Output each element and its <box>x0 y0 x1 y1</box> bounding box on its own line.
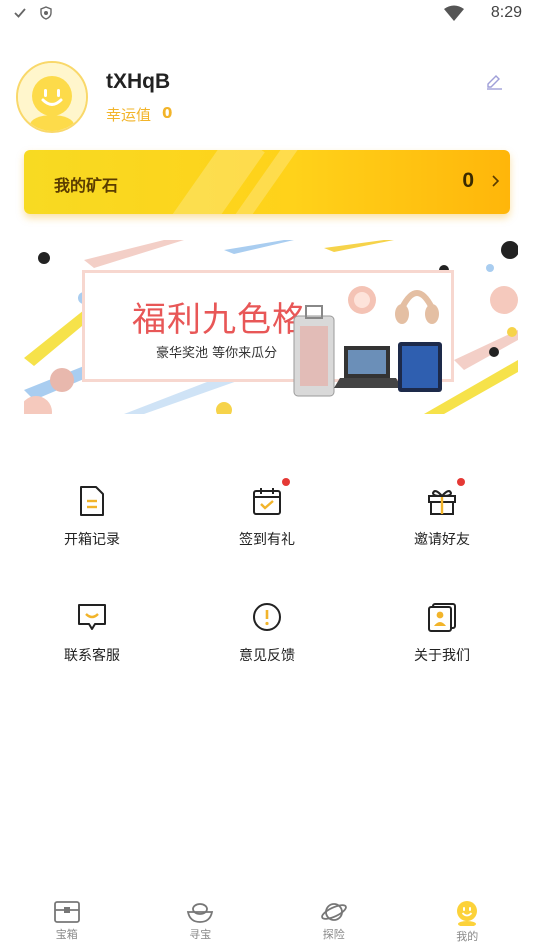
calendar-check-icon <box>250 478 290 518</box>
gift-icon <box>425 478 465 518</box>
promo-banner[interactable]: 福利九色格 豪华奖池 等你来瓜分 <box>24 240 518 414</box>
chevron-right-icon <box>492 175 500 187</box>
grid-item-label: 邀请好友 <box>414 532 470 548</box>
treasure-box-icon <box>53 901 80 923</box>
grid-item-check-in[interactable]: 签到有礼 <box>197 478 337 564</box>
nav-tab-mine[interactable]: 我的 <box>401 895 534 949</box>
nav-tab-treasure-box[interactable]: 宝箱 <box>0 895 134 949</box>
grid-item-feedback[interactable]: 意见反馈 <box>197 600 337 680</box>
id-card-icon <box>425 600 459 634</box>
smiley-avatar-icon <box>457 901 478 926</box>
check-icon <box>14 8 26 18</box>
grid-item-label: 意见反馈 <box>239 648 295 664</box>
planet-icon <box>320 903 347 921</box>
luck-label: 幸运值 <box>106 106 152 124</box>
banner-title: 福利九色格 <box>132 300 307 340</box>
grid-item-label: 联系客服 <box>64 648 120 664</box>
wifi-icon <box>444 5 464 21</box>
nav-label: 寻宝 <box>189 928 212 941</box>
bottom-nav: 宝箱 寻宝 探险 我的 <box>0 895 534 949</box>
grid-item-label: 关于我们 <box>414 648 470 664</box>
luck-value: 0 <box>162 104 173 122</box>
nav-tab-treasure-hunt[interactable]: 寻宝 <box>134 895 268 949</box>
prize-products-image <box>293 286 442 397</box>
nav-label: 我的 <box>456 930 479 943</box>
avatar[interactable] <box>16 61 88 133</box>
exclamation-circle-icon <box>250 600 284 634</box>
smiley-avatar-icon <box>18 63 86 131</box>
nav-label: 宝箱 <box>55 928 78 941</box>
notification-badge <box>457 478 465 486</box>
status-icons-left <box>14 6 52 20</box>
banner-subtitle: 豪华奖池 等你来瓜分 <box>156 346 278 361</box>
ore-value: 0 <box>462 169 474 192</box>
nav-tab-explore[interactable]: 探险 <box>267 895 401 949</box>
edit-icon[interactable] <box>485 72 503 90</box>
my-ore-card[interactable]: 我的矿石 0 <box>24 150 510 214</box>
grid-item-label: 开箱记录 <box>64 532 120 548</box>
username: tXHqB <box>106 70 171 93</box>
grid-item-open-records[interactable]: 开箱记录 <box>22 484 162 564</box>
notification-badge <box>282 478 290 486</box>
document-icon <box>75 484 109 518</box>
grid-item-customer-service[interactable]: 联系客服 <box>22 600 162 680</box>
grid-item-about-us[interactable]: 关于我们 <box>372 600 512 680</box>
status-time: 8:29 <box>490 4 522 21</box>
grid-item-label: 签到有礼 <box>239 532 295 548</box>
ore-label: 我的矿石 <box>54 176 119 195</box>
gold-ingot-icon <box>187 903 214 923</box>
chat-smile-icon <box>75 600 109 634</box>
shield-icon <box>40 6 52 20</box>
grid-item-invite-friends[interactable]: 邀请好友 <box>372 478 512 564</box>
nav-label: 探险 <box>322 928 345 941</box>
status-bar: 8:29 <box>0 0 534 28</box>
